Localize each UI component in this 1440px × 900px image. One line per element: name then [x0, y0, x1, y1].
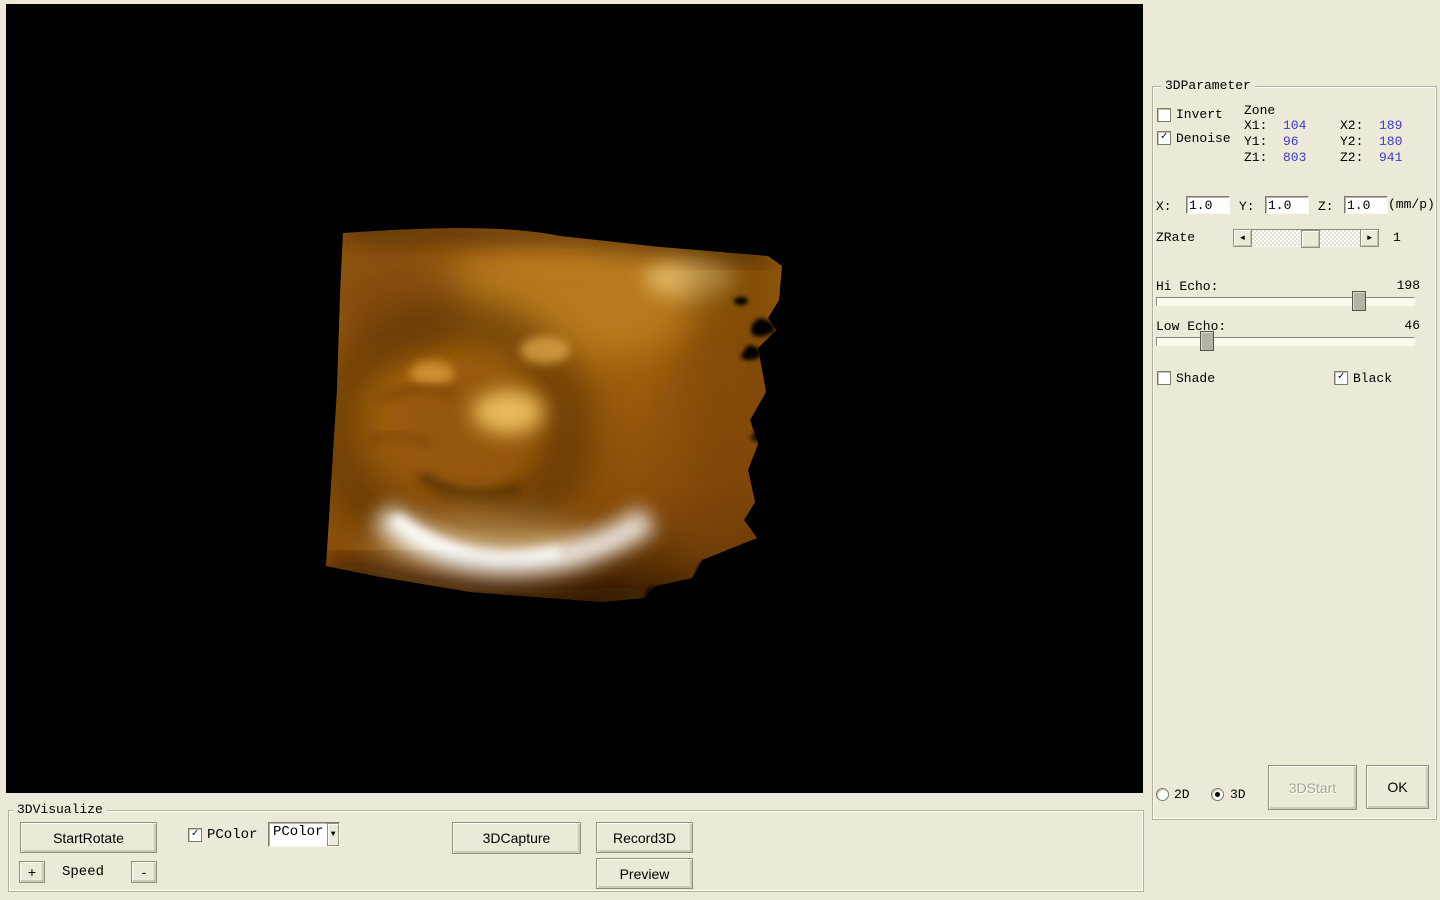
check-icon: ✓: [1160, 131, 1168, 143]
hi-echo-slider-track[interactable]: [1156, 297, 1415, 306]
zone-y2-value: 180: [1379, 134, 1403, 149]
viewport-3d[interactable]: [6, 4, 1143, 793]
pcolor-dropdown[interactable]: PColor ▼: [268, 822, 340, 847]
zone-x2-value: 189: [1379, 118, 1403, 133]
scale-x-label: X:: [1156, 199, 1172, 214]
mode-3d-radio[interactable]: [1211, 788, 1224, 801]
zone-y1-label: Y1:: [1244, 134, 1268, 149]
pcolor-label: PColor: [207, 827, 258, 843]
mode-3d-label: 3D: [1230, 787, 1246, 802]
low-echo-value: 46: [1404, 318, 1420, 333]
preview-button[interactable]: Preview: [596, 858, 693, 889]
scale-y-label: Y:: [1239, 199, 1255, 214]
shade-label: Shade: [1176, 371, 1216, 386]
pcolor-dropdown-value: PColor: [273, 824, 324, 840]
zone-x1-label: X1:: [1244, 118, 1268, 133]
scale-y-input[interactable]: [1265, 196, 1309, 214]
zrate-scroll-right-button[interactable]: ►: [1360, 229, 1379, 247]
zone-y1-value: 96: [1283, 134, 1299, 149]
zone-z1-value: 803: [1283, 150, 1307, 165]
zrate-label: ZRate: [1156, 230, 1196, 245]
zrate-scroll-left-button[interactable]: ◄: [1233, 229, 1252, 247]
pcolor-dropdown-button[interactable]: ▼: [327, 823, 339, 846]
zrate-scrollbar[interactable]: ◄ ►: [1233, 229, 1379, 248]
ultrasound-volume-render: [326, 228, 782, 602]
param-groupbox-title: 3DParameter: [1161, 78, 1255, 93]
black-checkbox[interactable]: ✓: [1334, 371, 1348, 385]
mode-2d-radio[interactable]: [1156, 788, 1169, 801]
pcolor-checkbox[interactable]: ✓: [188, 828, 202, 842]
hi-echo-value: 198: [1396, 278, 1420, 293]
black-label: Black: [1353, 371, 1393, 386]
scroll-left-icon: ◄: [1240, 233, 1245, 243]
record3d-button[interactable]: Record3D: [596, 822, 693, 853]
scroll-right-icon: ►: [1367, 233, 1372, 243]
shade-checkbox[interactable]: [1157, 371, 1171, 385]
denoise-checkbox[interactable]: ✓: [1157, 131, 1171, 145]
scale-unit-label: (mm/p): [1388, 197, 1435, 212]
zone-x1-value: 104: [1283, 118, 1307, 133]
zone-z2-value: 941: [1379, 150, 1403, 165]
chevron-down-icon: ▼: [330, 830, 336, 839]
hi-echo-slider-thumb[interactable]: [1352, 291, 1366, 311]
zrate-scroll-track[interactable]: [1252, 229, 1360, 248]
scale-z-input[interactable]: [1344, 196, 1388, 214]
zone-z1-label: Z1:: [1244, 150, 1268, 165]
low-echo-slider-track[interactable]: [1156, 337, 1415, 346]
zrate-scroll-thumb[interactable]: [1301, 230, 1320, 248]
speed-label: Speed: [62, 864, 105, 880]
mode-2d-label: 2D: [1174, 787, 1190, 802]
invert-label: Invert: [1176, 107, 1223, 122]
speed-plus-button[interactable]: +: [19, 861, 45, 883]
check-icon: ✓: [1337, 371, 1345, 383]
low-echo-slider-thumb[interactable]: [1200, 331, 1214, 351]
zone-z2-label: Z2:: [1340, 150, 1364, 165]
application-window: { "colors":{ "panel_bg":"#ece9d8", "view…: [0, 0, 1440, 900]
start3d-button[interactable]: 3DStart: [1268, 765, 1357, 810]
scale-x-input[interactable]: [1186, 196, 1230, 214]
capture3d-button[interactable]: 3DCapture: [452, 822, 581, 854]
ok-button[interactable]: OK: [1366, 765, 1429, 809]
zone-x2-label: X2:: [1340, 118, 1364, 133]
start-rotate-button[interactable]: StartRotate: [20, 822, 157, 853]
hi-echo-label: Hi Echo:: [1156, 279, 1219, 294]
denoise-label: Denoise: [1176, 131, 1231, 146]
zrate-value: 1: [1393, 230, 1401, 245]
visualize-groupbox-title: 3DVisualize: [13, 802, 107, 817]
scale-z-label: Z:: [1318, 199, 1334, 214]
invert-checkbox[interactable]: [1157, 108, 1171, 122]
zone-title: Zone: [1244, 103, 1276, 118]
check-icon: ✓: [191, 828, 199, 840]
speed-minus-button[interactable]: -: [131, 861, 157, 883]
low-echo-label: Low Echo:: [1156, 319, 1227, 334]
zone-y2-label: Y2:: [1340, 134, 1364, 149]
